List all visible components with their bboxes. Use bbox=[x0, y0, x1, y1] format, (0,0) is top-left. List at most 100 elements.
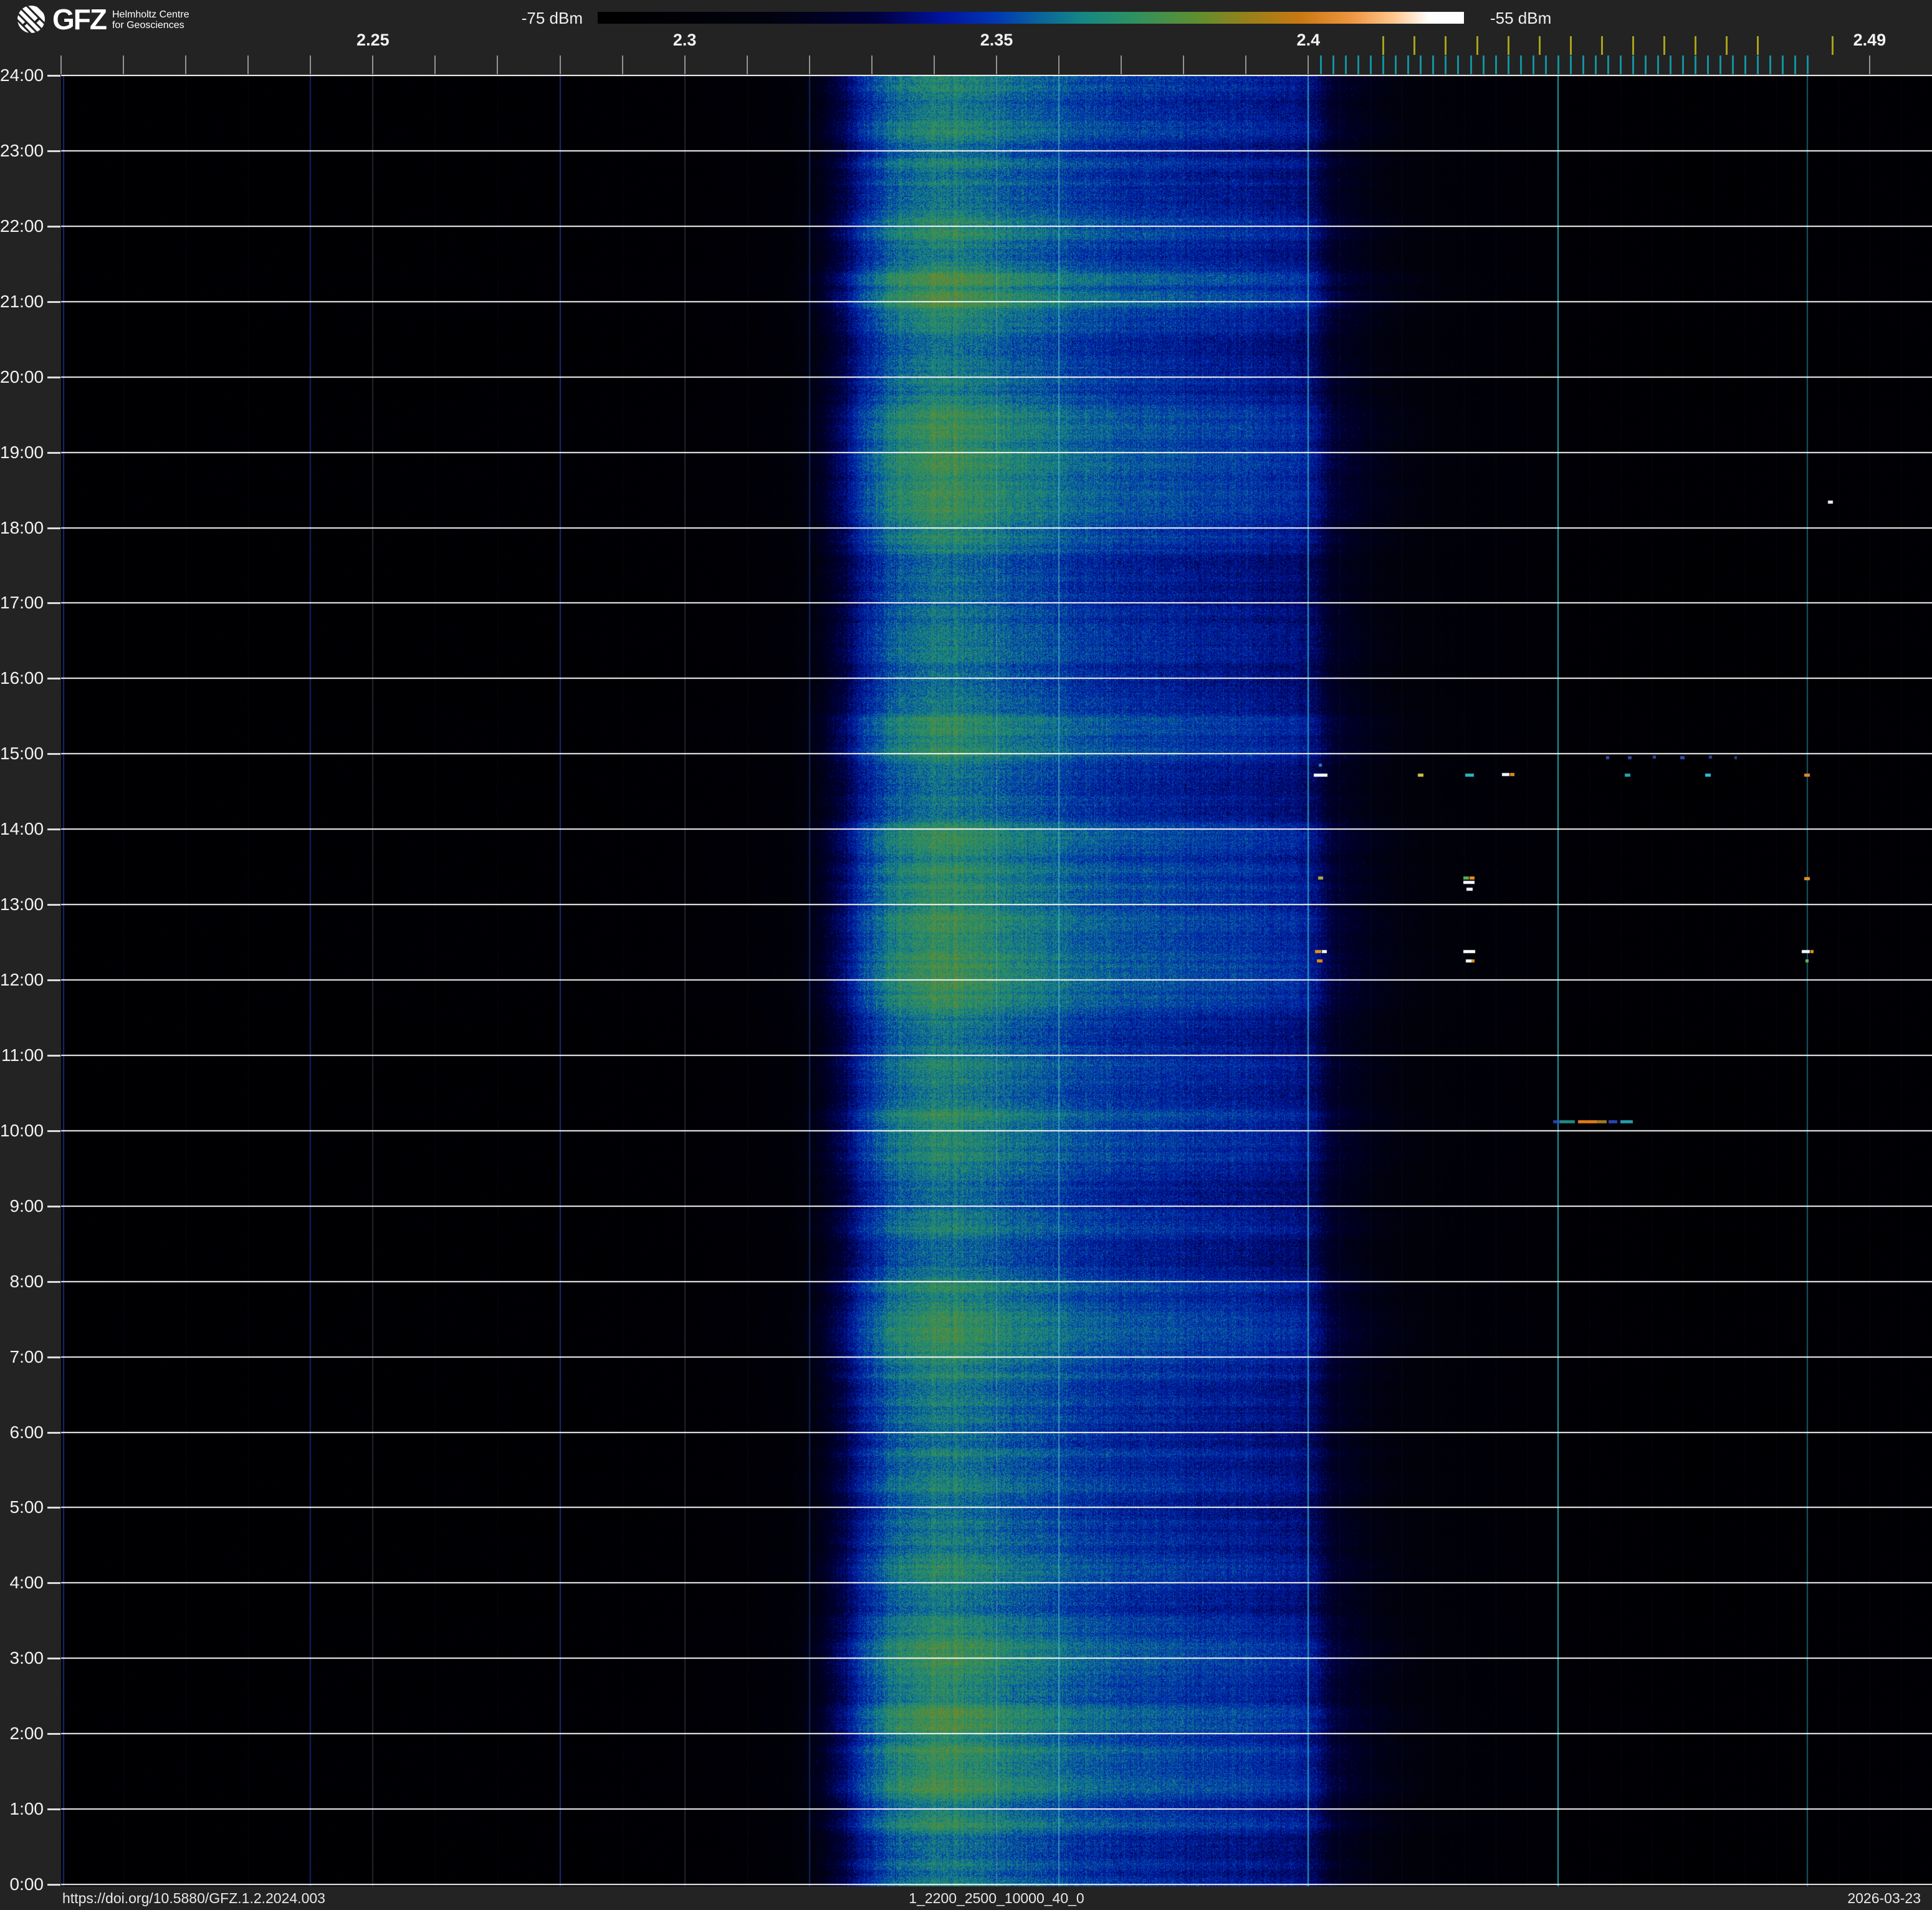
ble-channel-tick bbox=[1732, 55, 1734, 74]
ble-channel-tick bbox=[1582, 55, 1584, 74]
time-tick bbox=[47, 979, 60, 981]
time-label: 17:00 bbox=[0, 593, 44, 612]
time-label: 14:00 bbox=[0, 820, 44, 838]
time-label: 2:00 bbox=[0, 1724, 44, 1743]
time-label: 8:00 bbox=[0, 1272, 44, 1291]
ble-channel-tick bbox=[1782, 55, 1784, 74]
colorbar-max-label: -55 dBm bbox=[1490, 10, 1551, 26]
ble-channel-tick bbox=[1620, 55, 1622, 74]
time-label: 1:00 bbox=[0, 1800, 44, 1818]
freq-minor-tick bbox=[871, 55, 873, 74]
wifi-channel-tick bbox=[1539, 36, 1541, 55]
freq-label: 2.35 bbox=[980, 31, 1013, 49]
ble-channel-tick bbox=[1432, 55, 1434, 74]
time-tick bbox=[47, 1130, 60, 1132]
gfz-logo-icon bbox=[16, 4, 46, 34]
ble-channel-tick bbox=[1370, 55, 1372, 74]
time-tick bbox=[47, 1356, 60, 1358]
ble-channel-tick bbox=[1508, 55, 1509, 74]
time-label: 20:00 bbox=[0, 368, 44, 386]
time-tick bbox=[47, 75, 60, 77]
ble-channel-tick bbox=[1807, 55, 1809, 74]
time-label: 24:00 bbox=[0, 66, 44, 85]
date-label: 2026-03-23 bbox=[1847, 1891, 1921, 1906]
freq-minor-tick bbox=[747, 55, 748, 74]
freq-minor-tick bbox=[434, 55, 436, 74]
ble-channel-tick bbox=[1794, 55, 1796, 74]
freq-major-tick bbox=[684, 55, 686, 74]
time-tick bbox=[47, 452, 60, 454]
ble-channel-tick bbox=[1420, 55, 1422, 74]
ble-channel-tick bbox=[1545, 55, 1547, 74]
ble-channel-tick bbox=[1769, 55, 1771, 74]
ble-channel-tick bbox=[1570, 55, 1572, 74]
ble-channel-tick bbox=[1470, 55, 1472, 74]
time-label: 22:00 bbox=[0, 217, 44, 236]
time-label: 12:00 bbox=[0, 971, 44, 989]
time-tick bbox=[47, 1733, 60, 1735]
freq-minor-tick bbox=[809, 55, 810, 74]
ble-channel-tick bbox=[1632, 55, 1634, 74]
logo-subtitle-line2: for Geosciences bbox=[112, 20, 189, 31]
freq-minor-tick bbox=[1121, 55, 1122, 74]
wifi-channel-tick bbox=[1476, 36, 1478, 55]
freq-label: 2.4 bbox=[1297, 31, 1321, 49]
time-tick bbox=[47, 1808, 60, 1810]
wifi-channel-tick bbox=[1726, 36, 1728, 55]
time-tick bbox=[47, 1582, 60, 1584]
freq-label: 2.3 bbox=[673, 31, 697, 49]
wifi-channel-tick bbox=[1663, 36, 1665, 55]
time-tick bbox=[47, 226, 60, 228]
ble-channel-tick bbox=[1382, 55, 1384, 74]
time-label: 23:00 bbox=[0, 142, 44, 160]
colorbar-min-label: -75 dBm bbox=[477, 10, 583, 26]
colorbar bbox=[598, 12, 1464, 24]
time-label: 4:00 bbox=[0, 1573, 44, 1592]
ble-channel-tick bbox=[1757, 55, 1759, 74]
time-label: 9:00 bbox=[0, 1197, 44, 1216]
freq-minor-tick bbox=[560, 55, 561, 74]
freq-minor-tick bbox=[622, 55, 623, 74]
ble-channel-tick bbox=[1407, 55, 1409, 74]
time-tick bbox=[47, 602, 60, 604]
freq-label: 2.49 bbox=[1853, 31, 1887, 49]
ble-channel-tick bbox=[1332, 55, 1334, 74]
freq-minor-tick bbox=[185, 55, 186, 74]
time-tick bbox=[47, 753, 60, 755]
logo-subtitle: Helmholtz Centre for Geosciences bbox=[112, 9, 189, 31]
freq-major-tick bbox=[1308, 55, 1309, 74]
wifi-channel-tick bbox=[1632, 36, 1634, 55]
time-tick bbox=[47, 1884, 60, 1886]
wifi-channel-tick bbox=[1445, 36, 1447, 55]
time-label: 16:00 bbox=[0, 669, 44, 688]
time-tick bbox=[47, 828, 60, 830]
time-tick bbox=[47, 150, 60, 152]
doi-link[interactable]: https://doi.org/10.5880/GFZ.1.2.2024.003 bbox=[62, 1891, 325, 1906]
ble-channel-tick bbox=[1520, 55, 1522, 74]
wifi-channel-tick bbox=[1695, 36, 1696, 55]
time-tick bbox=[47, 301, 60, 303]
wifi-channel-tick bbox=[1382, 36, 1384, 55]
logo-abbr: GFZ bbox=[52, 5, 106, 34]
time-tick bbox=[47, 1658, 60, 1659]
time-label: 15:00 bbox=[0, 744, 44, 763]
ble-channel-tick bbox=[1357, 55, 1359, 74]
ble-channel-tick bbox=[1533, 55, 1534, 74]
wifi-channel-tick bbox=[1832, 36, 1834, 55]
time-label: 0:00 bbox=[0, 1875, 44, 1894]
dataset-name: 1_2200_2500_10000_40_0 bbox=[909, 1891, 1084, 1906]
freq-major-tick bbox=[372, 55, 373, 74]
spectrogram-canvas bbox=[61, 75, 1932, 1886]
wifi-channel-tick bbox=[1413, 36, 1415, 55]
ble-channel-tick bbox=[1345, 55, 1347, 74]
ble-channel-tick bbox=[1695, 55, 1696, 74]
ble-channel-tick bbox=[1557, 55, 1559, 74]
ble-channel-tick bbox=[1670, 55, 1671, 74]
time-label: 13:00 bbox=[0, 895, 44, 914]
freq-minor-tick bbox=[1245, 55, 1246, 74]
time-label: 7:00 bbox=[0, 1348, 44, 1366]
wifi-channel-tick bbox=[1601, 36, 1603, 55]
freq-minor-tick bbox=[1058, 55, 1059, 74]
wifi-channel-tick bbox=[1508, 36, 1509, 55]
ble-channel-tick bbox=[1395, 55, 1397, 74]
